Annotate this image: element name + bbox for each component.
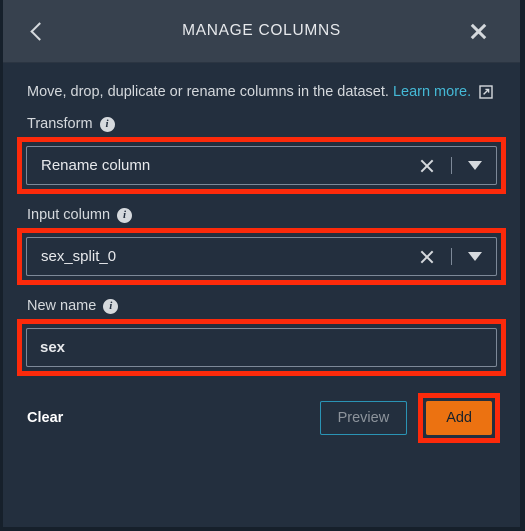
chevron-down-icon[interactable] bbox=[468, 252, 482, 262]
transform-select-value: Rename column bbox=[41, 157, 151, 175]
transform-highlight-annotation: Rename column bbox=[17, 137, 506, 195]
new-name-highlight-annotation bbox=[17, 319, 506, 377]
new-name-field-group: New name i bbox=[17, 298, 506, 377]
input-column-label: Input column bbox=[27, 207, 111, 224]
clear-button[interactable]: Clear bbox=[27, 410, 63, 426]
transform-select[interactable]: Rename column bbox=[26, 146, 497, 186]
input-column-highlight-annotation: sex_split_0 bbox=[17, 228, 506, 286]
new-name-label: New name bbox=[27, 298, 97, 315]
clear-icon[interactable] bbox=[419, 249, 435, 265]
transform-label-row: Transform i bbox=[27, 116, 506, 132]
transform-label: Transform bbox=[27, 116, 93, 133]
description-text: Move, drop, duplicate or rename columns … bbox=[27, 84, 389, 100]
new-name-label-row: New name i bbox=[27, 298, 506, 314]
chevron-left-icon bbox=[29, 21, 49, 41]
close-icon bbox=[469, 22, 488, 41]
add-button-highlight-annotation: Add bbox=[418, 393, 500, 444]
clear-icon[interactable] bbox=[419, 158, 435, 174]
preview-button[interactable]: Preview bbox=[319, 401, 408, 436]
add-button[interactable]: Add bbox=[426, 401, 492, 436]
panel-body: Move, drop, duplicate or rename columns … bbox=[3, 63, 520, 527]
back-button[interactable] bbox=[13, 0, 61, 62]
transform-field-group: Transform i Rename column bbox=[17, 116, 506, 195]
info-icon[interactable]: i bbox=[103, 298, 119, 314]
panel-description: Move, drop, duplicate or rename columns … bbox=[27, 81, 498, 103]
input-column-field-group: Input column i sex_split_0 bbox=[17, 207, 506, 286]
input-column-select-actions bbox=[419, 248, 496, 266]
learn-more-link[interactable]: Learn more. bbox=[393, 84, 471, 100]
info-icon[interactable]: i bbox=[99, 116, 115, 132]
chevron-down-icon[interactable] bbox=[468, 161, 482, 171]
info-icon[interactable]: i bbox=[117, 207, 133, 223]
input-column-select[interactable]: sex_split_0 bbox=[26, 237, 497, 277]
input-column-label-row: Input column i bbox=[27, 207, 506, 223]
divider bbox=[451, 157, 452, 175]
action-bar: Clear Preview Add bbox=[27, 393, 500, 444]
page-title: MANAGE COLUMNS bbox=[182, 22, 341, 39]
input-column-select-value: sex_split_0 bbox=[41, 248, 117, 266]
external-link-icon bbox=[479, 84, 493, 99]
close-button[interactable] bbox=[454, 0, 502, 62]
panel-header: MANAGE COLUMNS bbox=[3, 0, 520, 63]
new-name-input[interactable] bbox=[26, 328, 497, 368]
divider bbox=[451, 248, 452, 266]
transform-select-actions bbox=[419, 157, 496, 175]
manage-columns-panel: MANAGE COLUMNS Move, drop, duplicate or … bbox=[0, 0, 525, 531]
